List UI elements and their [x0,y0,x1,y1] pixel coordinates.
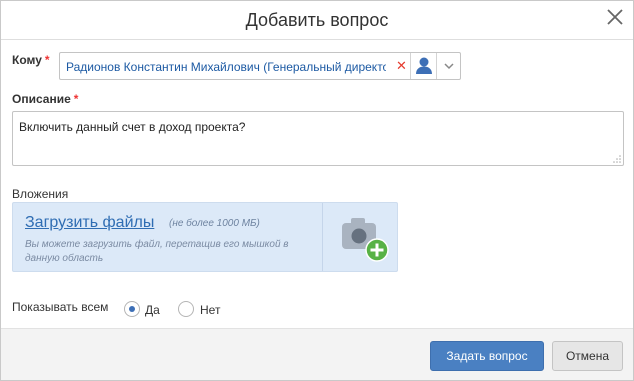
description-text: Включить данный счет в доход проекта? [19,120,246,134]
add-question-dialog: Добавить вопрос Кому * Радионов Константи… [0,0,634,381]
upload-files-link[interactable]: Загрузить файлы [25,214,154,232]
description-label: Описание * [12,92,78,106]
submit-question-button[interactable]: Задать вопрос [430,341,544,371]
camera-add-icon[interactable] [339,215,393,263]
dialog-footer: Задать вопрос Отмена [1,328,633,380]
recipient-field[interactable]: Радионов Константин Михайлович (Генераль… [59,52,461,80]
dropzone-divider [322,203,323,271]
user-icon [416,57,432,74]
resize-grip-icon[interactable] [613,155,621,163]
close-icon[interactable] [605,7,625,27]
radio-yes[interactable] [124,301,140,317]
recipient-value: Радионов Константин Михайлович (Генераль… [66,60,386,74]
to-label: Кому * [12,53,50,67]
show-all-label: Показывать всем [12,300,109,314]
attachments-label: Вложения [12,187,69,201]
cancel-button[interactable]: Отмена [552,341,623,371]
select-user-button[interactable] [410,53,436,79]
required-mark: * [73,92,79,106]
description-textarea[interactable]: Включить данный счет в доход проекта? [12,111,624,166]
dialog-title: Добавить вопрос [245,10,389,30]
to-label-text: Кому [12,53,42,67]
chevron-down-icon [444,63,454,70]
required-mark: * [44,53,50,67]
radio-no-label[interactable]: Нет [200,303,220,317]
dialog-header: Добавить вопрос [1,1,633,40]
description-label-text: Описание [12,92,71,106]
file-dropzone[interactable]: Загрузить файлы (не более 1000 МБ) Вы мо… [12,202,398,272]
upload-hint: Вы можете загрузить файл, перетащив его … [25,239,289,264]
radio-no[interactable] [178,301,194,317]
remove-x-icon[interactable]: ✕ [396,58,407,74]
recipient-dropdown-button[interactable] [436,53,460,79]
upload-size-limit: (не более 1000 МБ) [169,218,260,229]
radio-yes-label[interactable]: Да [145,303,160,317]
